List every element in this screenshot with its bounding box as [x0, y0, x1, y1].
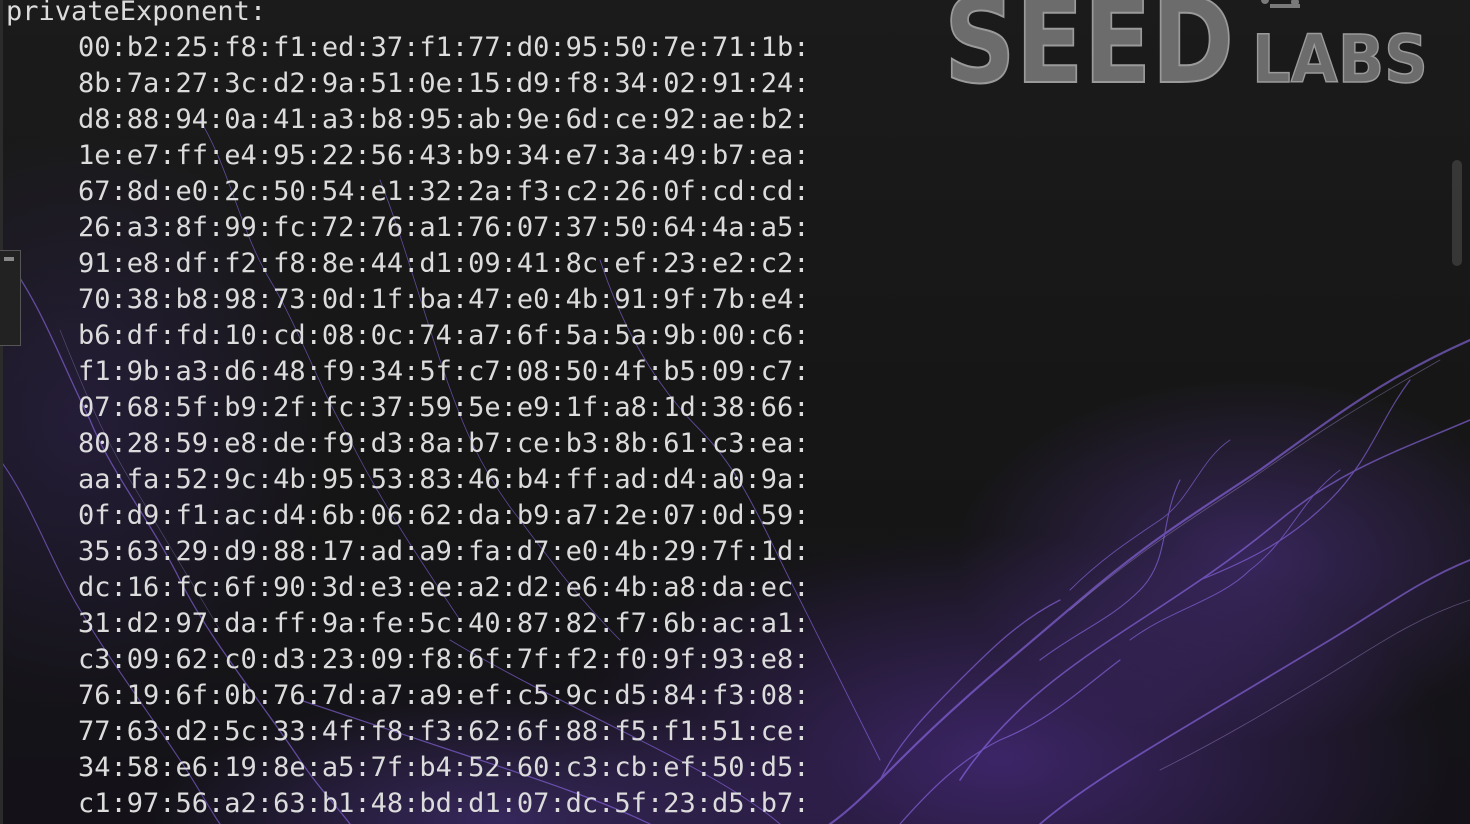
terminal-left-edge: [0, 0, 3, 824]
logo-main-text: SEED: [944, 0, 1234, 96]
hex-line: 35:63:29:d9:88:17:ad:a9:fa:d7:e0:4b:29:7…: [78, 536, 810, 567]
hex-line: 0f:d9:f1:ac:d4:6b:06:62:da:b9:a7:2e:07:0…: [78, 500, 810, 531]
hex-line: b6:df:fd:10:cd:08:0c:74:a7:6f:5a:5a:9b:0…: [78, 320, 810, 351]
seed-labs-logo: SEED LABS: [943, 0, 1429, 96]
hex-line: 76:19:6f:0b:76:7d:a7:a9:ef:c5:9c:d5:84:f…: [78, 680, 810, 711]
hex-line: 07:68:5f:b9:2f:fc:37:59:5e:e9:1f:a8:1d:3…: [78, 392, 810, 423]
desktop-wallpaper: SEED LABS privateExponent: 00:b2:25:f8:f1…: [0, 0, 1470, 824]
terminal-scrollbar[interactable]: [1452, 160, 1462, 266]
private-exponent-label: privateExponent:: [6, 0, 267, 27]
logo-sub-text: LABS: [1252, 21, 1428, 96]
hex-line: 70:38:b8:98:73:0d:1f:ba:47:e0:4b:91:9f:7…: [78, 284, 810, 315]
hex-line: 67:8d:e0:2c:50:54:e1:32:2a:f3:c2:26:0f:c…: [78, 176, 810, 207]
hex-line: 8b:7a:27:3c:d2:9a:51:0e:15:d9:f8:34:02:9…: [78, 68, 810, 99]
hex-line: aa:fa:52:9c:4b:95:53:83:46:b4:ff:ad:d4:a…: [78, 464, 810, 495]
hex-line: c3:09:62:c0:d3:23:09:f8:6f:7f:f2:f0:9f:9…: [78, 644, 810, 675]
hex-line: d8:88:94:0a:41:a3:b8:95:ab:9e:6d:ce:92:a…: [78, 104, 810, 135]
hex-line: 91:e8:df:f2:f8:8e:44:d1:09:41:8c:ef:23:e…: [78, 248, 810, 279]
hex-line: 34:58:e6:19:8e:a5:7f:b4:52:60:c3:cb:ef:5…: [78, 752, 810, 783]
hex-line: dc:16:fc:6f:90:3d:e3:ee:a2:d2:e6:4b:a8:d…: [78, 572, 810, 603]
hex-line: 26:a3:8f:99:fc:72:76:a1:76:07:37:50:64:4…: [78, 212, 810, 243]
hex-line: 1e:e7:ff:e4:95:22:56:43:b9:34:e7:3a:49:b…: [78, 140, 810, 171]
hex-line: c1:97:56:a2:63:b1:48:bd:d1:07:dc:5f:23:d…: [78, 788, 810, 819]
hex-line: 00:b2:25:f8:f1:ed:37:f1:77:d0:95:50:7e:7…: [78, 32, 810, 63]
terminal-output: privateExponent: 00:b2:25:f8:f1:ed:37:f1:…: [6, 0, 810, 822]
hex-line: 80:28:59:e8:de:f9:d3:8a:b7:ce:b3:8b:61:c…: [78, 428, 810, 459]
hex-line: 77:63:d2:5c:33:4f:f8:f3:62:6f:88:f5:f1:5…: [78, 716, 810, 747]
hex-line: f1:9b:a3:d6:48:f9:34:5f:c7:08:50:4f:b5:0…: [78, 356, 810, 387]
hex-line: 31:d2:97:da:ff:9a:fe:5c:40:87:82:f7:6b:a…: [78, 608, 810, 639]
